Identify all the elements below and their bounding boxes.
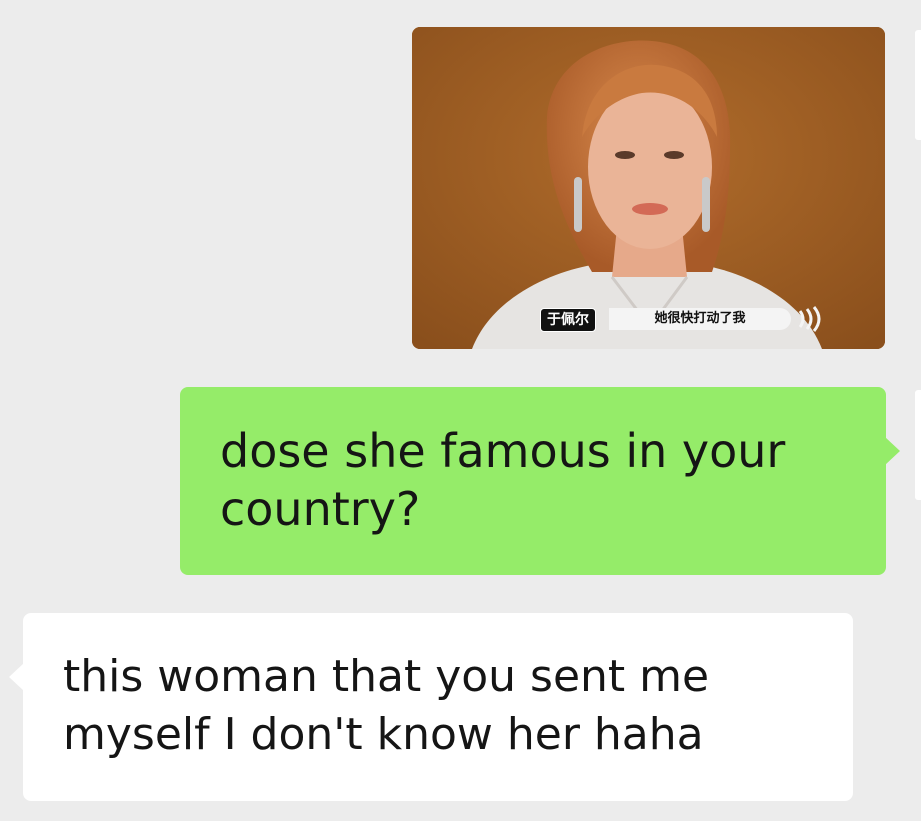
- received-text-message[interactable]: this woman that you sent me myself I don…: [9, 613, 853, 801]
- message-text: dose she famous in your country?: [220, 424, 786, 536]
- subtitle-text: 她很快打动了我: [654, 311, 746, 326]
- sent-text-message[interactable]: dose she famous in your country?: [180, 387, 900, 575]
- partial-avatar-right-2: [915, 390, 921, 500]
- sound-wave-icon: [796, 306, 836, 332]
- name-tag-text: 于佩尔: [547, 312, 589, 328]
- partial-avatar-right: [915, 30, 921, 140]
- sent-image-message[interactable]: 于佩尔 她很快打动了我: [412, 27, 885, 349]
- subtitle-bar: 她很快打动了我: [609, 308, 791, 330]
- video-still-image: [412, 27, 885, 349]
- name-tag: 于佩尔: [540, 308, 596, 332]
- message-text: this woman that you sent me myself I don…: [63, 651, 710, 760]
